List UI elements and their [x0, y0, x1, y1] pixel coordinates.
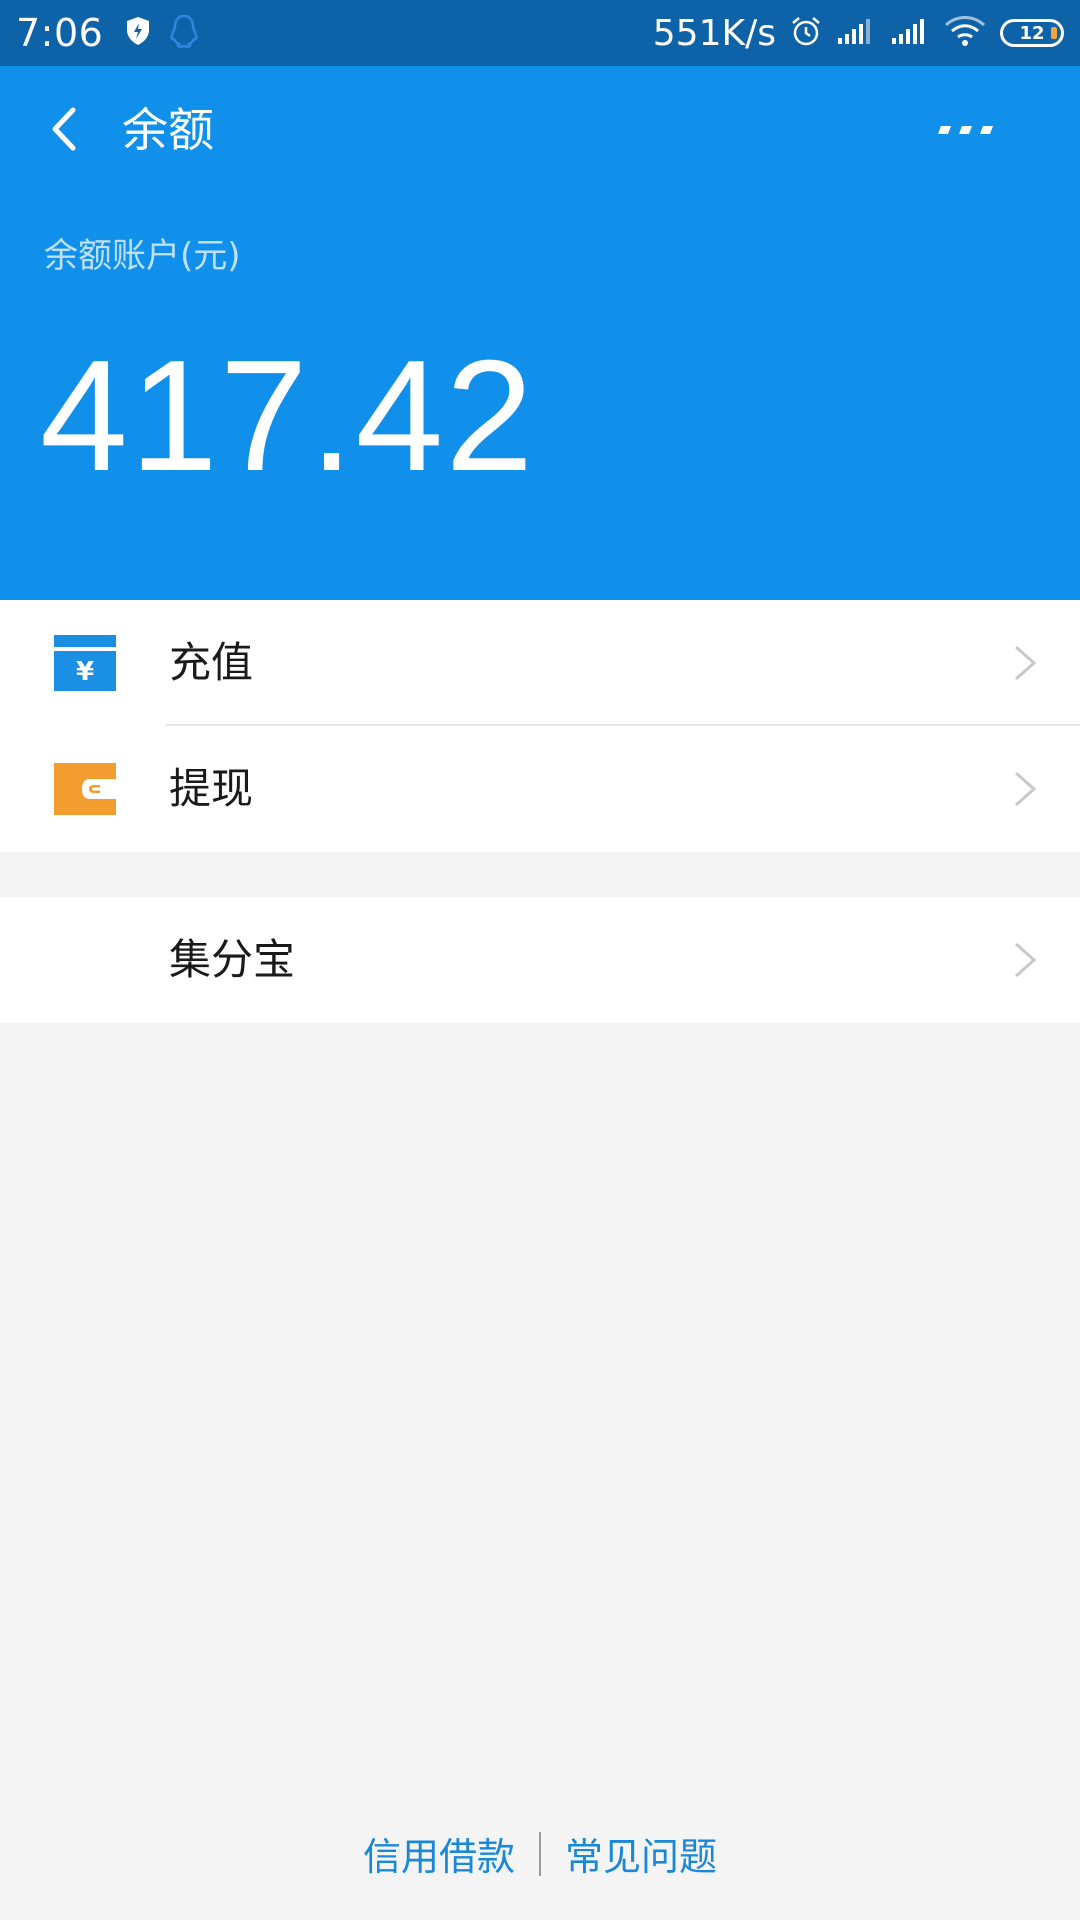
signal-icon	[890, 16, 930, 50]
chevron-left-icon	[52, 107, 76, 151]
page-title: 余额	[122, 103, 214, 157]
withdraw-label: 提现	[169, 764, 254, 813]
balance-actions: ¥ 充值 提现	[0, 600, 1080, 852]
status-left-icons	[125, 14, 199, 52]
points-section: 集分宝	[0, 897, 1080, 1023]
wifi-icon	[944, 15, 986, 51]
shield-bolt-icon	[125, 16, 151, 50]
status-right-icons: 551K/s 12	[653, 13, 1064, 54]
qq-penguin-icon	[169, 14, 199, 52]
footer-divider	[539, 1831, 541, 1876]
battery-icon: 12	[1000, 19, 1064, 47]
recharge-icon: ¥	[54, 635, 116, 691]
recharge-item[interactable]: ¥ 充值	[0, 600, 1080, 726]
svg-text:¥: ¥	[76, 657, 94, 687]
jifenbao-label: 集分宝	[169, 935, 296, 984]
back-button[interactable]	[30, 96, 96, 162]
balance-amount: 417.42	[40, 328, 536, 504]
credit-loan-link[interactable]: 信用借款	[361, 1826, 517, 1881]
signal-icon	[836, 16, 876, 50]
footer-links: 信用借款 常见问题	[0, 1826, 1080, 1881]
balance-header: 余额 余额账户(元) 417.42	[0, 66, 1080, 600]
account-label: 余额账户(元)	[44, 236, 241, 276]
jifenbao-item[interactable]: 集分宝	[0, 897, 1080, 1023]
network-speed: 551K/s	[652, 12, 776, 54]
recharge-label: 充值	[169, 638, 254, 687]
faq-link[interactable]: 常见问题	[563, 1826, 719, 1881]
chevron-right-icon	[1010, 940, 1040, 980]
status-bar: 7:06 551K/s 12	[0, 0, 1080, 66]
more-icon	[938, 126, 993, 134]
chevron-right-icon	[1010, 643, 1040, 683]
withdraw-item[interactable]: 提现	[0, 726, 1080, 852]
more-button[interactable]	[916, 102, 1016, 158]
battery-level	[1051, 27, 1057, 39]
wallet-icon	[54, 761, 116, 817]
status-time: 7:06	[16, 11, 104, 55]
alarm-icon	[790, 15, 822, 51]
battery-percent: 12	[1019, 22, 1045, 44]
chevron-right-icon	[1010, 769, 1040, 809]
